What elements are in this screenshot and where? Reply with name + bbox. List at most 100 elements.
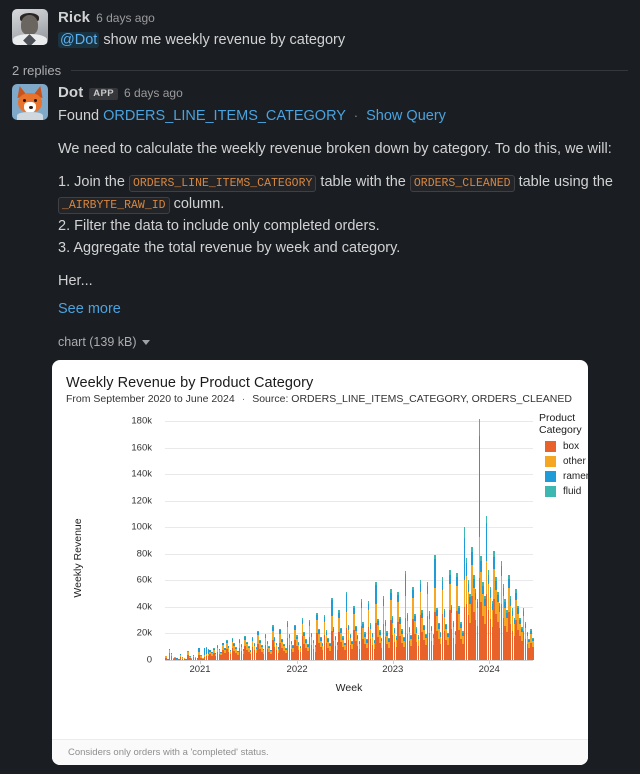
- bar-segment-ramen: [404, 574, 407, 597]
- bar-segment-ramen: [390, 592, 392, 601]
- chart-title: Weekly Revenue by Product Category: [66, 375, 314, 391]
- found-table-row: Found ORDERS_LINE_ITEMS_CATEGORY · Show …: [58, 106, 628, 127]
- bar-segment-ramen: [504, 601, 506, 609]
- bar-segment-ramen: [473, 579, 475, 589]
- bar-segment-ramen: [375, 585, 377, 605]
- bar-segment-ramen: [471, 552, 473, 565]
- x-tick-label: 2024: [478, 664, 500, 675]
- chart-attachment-card[interactable]: Weekly Revenue by Product Category From …: [52, 360, 588, 765]
- root-message-header: Rick 6 days ago: [58, 10, 628, 25]
- x-axis-label: Week: [335, 682, 363, 694]
- step-1: 1. Join the ORDERS_LINE_ITEMS_CATEGORY t…: [58, 171, 628, 215]
- legend-label-fluid: fluid: [563, 486, 582, 497]
- bar-segment-ramen: [480, 561, 482, 573]
- bar-segment-fluid: [485, 516, 488, 524]
- code-chip-airbyte-raw-id: _AIRBYTE_RAW_ID: [58, 196, 170, 214]
- bar-segment-fluid: [478, 418, 481, 436]
- legend-label-box: box: [563, 441, 580, 452]
- root-message-body: show me weekly revenue by category: [103, 32, 346, 48]
- bar-segment-ramen: [485, 523, 488, 561]
- bar-segment-box: [532, 647, 534, 660]
- y-tick-label: 60k: [136, 574, 152, 586]
- chart-footnote: Considers only orders with a 'completed'…: [52, 739, 588, 765]
- legend-swatch-fluid: [545, 486, 556, 497]
- bar-segment-ramen: [397, 594, 399, 603]
- thread-replies-divider: 2 replies: [0, 63, 640, 78]
- code-chip-orders-cleaned: ORDERS_CLEANED: [409, 174, 515, 192]
- chart-subtitle-separator: ·: [241, 393, 246, 405]
- x-tick-label: 2022: [286, 664, 308, 675]
- step-1-post: table using the: [518, 173, 613, 190]
- bar-segment-ramen: [502, 588, 505, 597]
- legend-item-other[interactable]: other: [539, 456, 588, 467]
- y-tick-label: 120k: [131, 495, 152, 507]
- bar-segment-ramen: [426, 585, 429, 595]
- step-1-tail: column.: [173, 195, 225, 212]
- found-table-link[interactable]: ORDERS_LINE_ITEMS_CATEGORY: [103, 108, 346, 124]
- see-more-link[interactable]: See more: [58, 301, 121, 317]
- divider-rule: [71, 70, 628, 72]
- code-chip-orders-line-items-category: ORDERS_LINE_ITEMS_CATEGORY: [128, 174, 317, 192]
- slack-thread-view: Rick 6 days ago @Dot show me weekly reve…: [0, 0, 640, 774]
- chart-legend: Product Category box other ramen fluid: [539, 412, 588, 501]
- bot-reply-body: We need to calculate the weekly revenue …: [0, 138, 640, 318]
- show-query-link[interactable]: Show Query: [366, 108, 446, 124]
- user-avatar-rick[interactable]: [12, 9, 48, 45]
- step-2-text: Filter the data to include only complete…: [74, 217, 380, 234]
- bar-segment-ramen: [489, 590, 492, 599]
- legend-title: Product Category: [539, 412, 582, 436]
- app-badge: APP: [89, 87, 119, 100]
- bar-segment-ramen: [456, 576, 458, 587]
- root-timestamp: 6 days ago: [96, 11, 155, 25]
- bar-segment-ramen: [493, 556, 495, 569]
- bot-avatar-fox[interactable]: [12, 84, 48, 121]
- y-tick-label: 160k: [131, 442, 152, 454]
- legend-label-ramen: ramen: [563, 471, 588, 482]
- mention-dot[interactable]: @Dot: [58, 32, 100, 48]
- attachment-header: chart (139 kB): [0, 335, 640, 349]
- reply-steps-list: 1. Join the ORDERS_LINE_ITEMS_CATEGORY t…: [58, 171, 628, 259]
- root-author-name[interactable]: Rick: [58, 10, 90, 25]
- y-tick-label: 0: [146, 654, 152, 666]
- attachment-filename[interactable]: chart (139 kB): [58, 335, 137, 349]
- step-1-num: 1.: [58, 173, 71, 190]
- y-tick-label: 40k: [136, 601, 152, 613]
- bar-segment-ramen: [482, 585, 484, 595]
- legend-item-ramen[interactable]: ramen: [539, 471, 588, 482]
- bar-segment-ramen: [449, 574, 451, 585]
- chart-subtitle: From September 2020 to June 2024 · Sourc…: [52, 391, 588, 405]
- bar-segment-ramen: [467, 583, 470, 593]
- bar-segment-ramen: [382, 599, 385, 607]
- legend-item-box[interactable]: box: [539, 441, 588, 452]
- bar-segment-ramen: [495, 581, 497, 591]
- bar-segment-ramen: [345, 594, 348, 613]
- chart-plot-area: Weekly Revenue 0 20k 40k 60k 80k 100k 120k 140k…: [52, 408, 588, 708]
- bar-segment-ramen: [515, 592, 517, 601]
- bar-segment-ramen: [360, 601, 363, 609]
- bar-segment-ramen: [465, 563, 468, 577]
- bar-segment-ramen: [500, 565, 503, 577]
- bar-segment-ramen: [441, 581, 444, 591]
- bar-segment-ramen: [509, 599, 512, 607]
- y-axis-label: Weekly Revenue: [72, 518, 84, 598]
- step-3-num: 3.: [58, 239, 71, 256]
- legend-swatch-ramen: [545, 471, 556, 482]
- bar-stack[interactable]: [532, 637, 534, 660]
- bar-series-container: [165, 408, 534, 660]
- chart-date-range: From September 2020 to June 2024: [66, 393, 235, 405]
- found-prefix: Found: [58, 107, 100, 124]
- y-axis-ticks: 0 20k 40k 60k 80k 100k 120k 140k 160k 180k: [112, 408, 152, 666]
- root-message-text: @Dot show me weekly revenue by category: [58, 30, 628, 51]
- chart-source: Source: ORDERS_LINE_ITEMS_CATEGORY, ORDE…: [252, 393, 572, 405]
- bot-author-name[interactable]: Dot: [58, 85, 83, 100]
- bar-segment-ramen: [419, 583, 422, 593]
- bar-segment-ramen: [331, 600, 333, 617]
- legend-label-other: other: [563, 456, 586, 467]
- bot-message-header: Dot APP 6 days ago: [58, 85, 628, 101]
- x-tick-label: 2023: [382, 664, 404, 675]
- replies-count-label[interactable]: 2 replies: [12, 63, 61, 78]
- chevron-down-icon[interactable]: [141, 339, 150, 345]
- y-tick-label: 100k: [131, 521, 152, 533]
- bar-segment-ramen: [497, 594, 499, 603]
- legend-item-fluid[interactable]: fluid: [539, 486, 588, 497]
